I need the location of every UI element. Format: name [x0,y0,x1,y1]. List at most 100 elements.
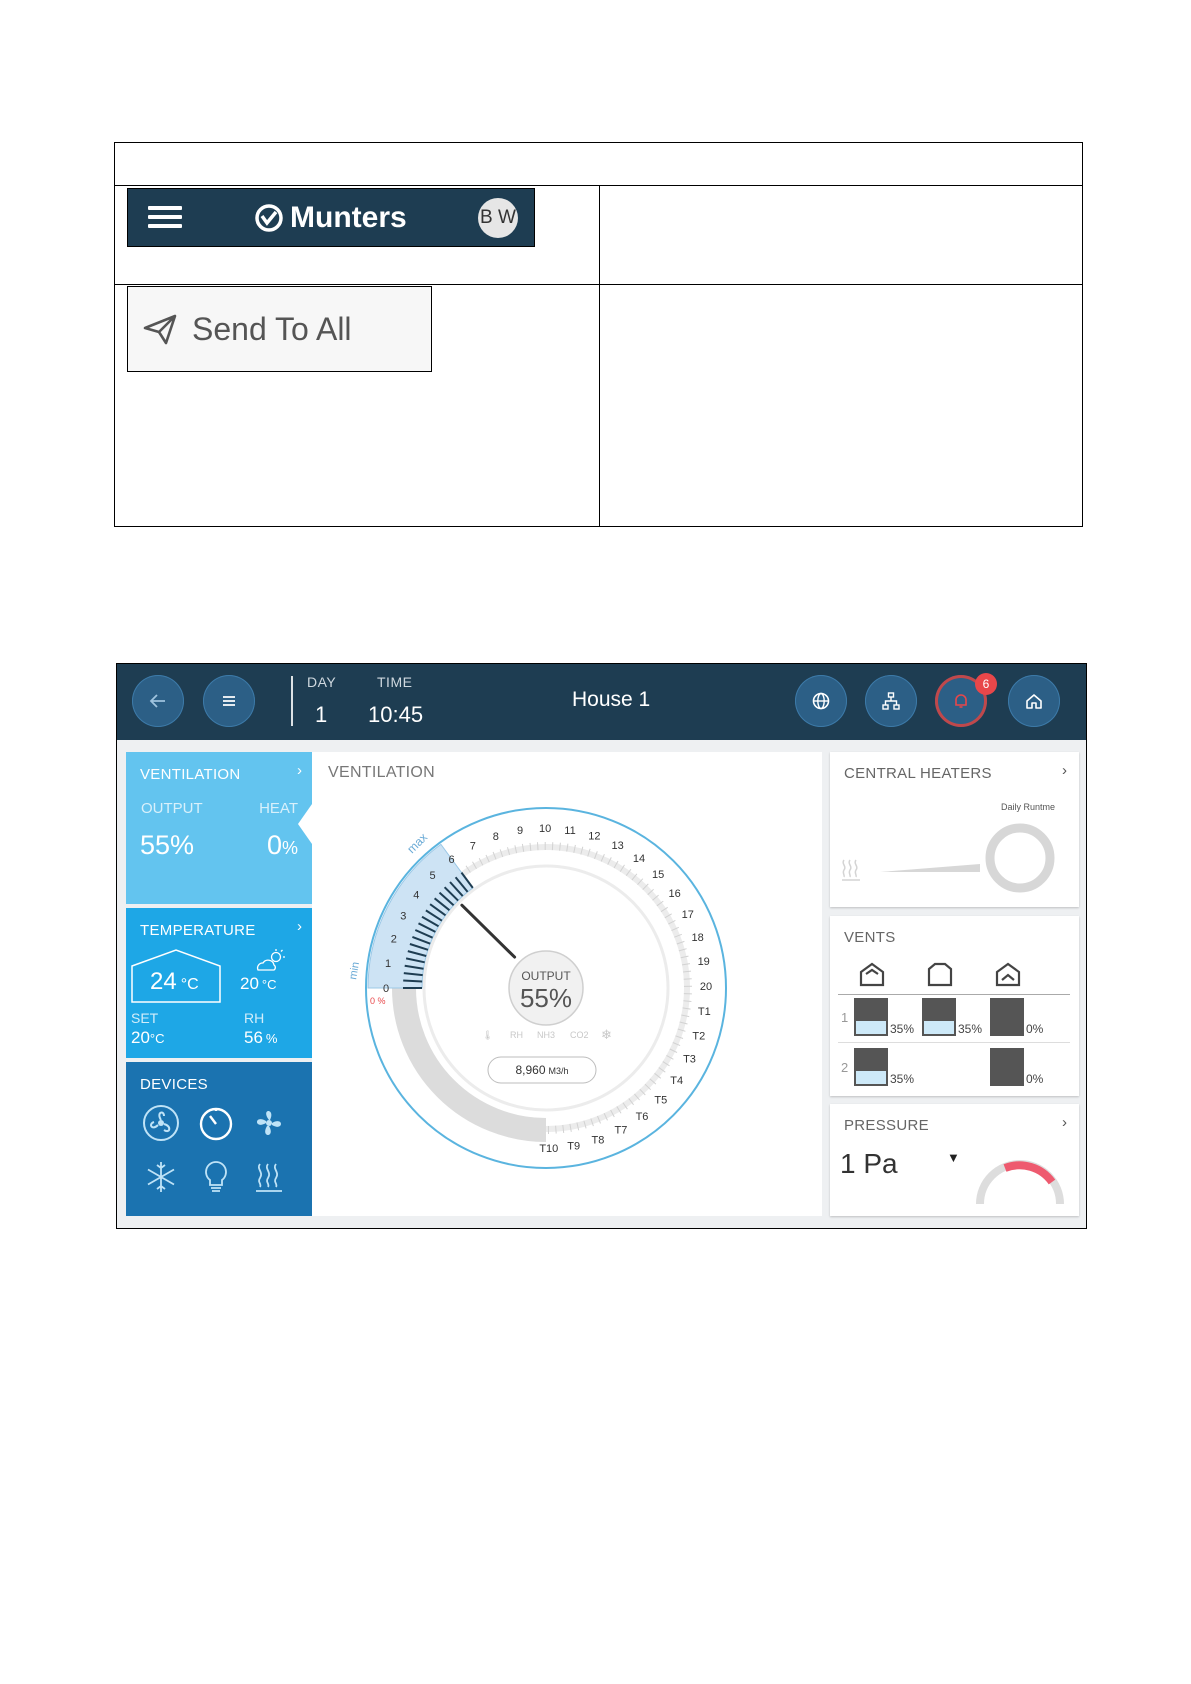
back-button[interactable] [132,675,184,727]
table-column-divider [599,185,600,527]
gauge-stage-label: 9 [517,825,523,837]
bell-icon [955,694,967,708]
snowflake-icon[interactable] [144,1160,178,1194]
output-label: OUTPUT [141,800,203,817]
vent-tunnel-icon [995,962,1021,987]
thermometer-icon: 🌡 [482,1030,493,1040]
rh-label: RH [244,1010,265,1026]
day-value: 1 [315,702,328,727]
gauge-stage-label: T6 [636,1111,649,1123]
output-value: 55% [140,830,195,860]
runtime-wedge [880,864,980,872]
screen-top-bar: DAY 1 TIME 10:45 House 1 6 [117,664,1086,740]
cooling-snowflake-icon: ❄ [601,1027,612,1042]
gauge-stage-label: 15 [652,869,664,881]
day-label: DAY [307,674,337,690]
outside-temp-group: 20 °C [240,974,277,994]
gauge-stage-label: 12 [588,831,600,843]
gauge-tick [683,978,692,980]
table-row-divider [115,284,1082,285]
ventilation-panel: VENTILATION 0 1 2 3 4 5 6 7 8 9 10 11 12 13 14 15 16 17 18… [312,752,822,1216]
heater-icon[interactable] [252,1160,286,1194]
rh-value: 56 [244,1028,263,1047]
globe-icon [812,692,830,710]
sidebar-ventilation-title: VENTILATION [140,766,241,783]
vent-level-value: 0% [1026,1072,1044,1086]
home-button[interactable] [1008,675,1060,727]
brand-name: Munters [290,201,407,234]
sensor-rh-label: RH [510,1030,523,1040]
circulation-fan-icon[interactable] [142,1104,180,1142]
vent-level-value: 35% [890,1072,915,1086]
globe-button[interactable] [795,675,847,727]
vent-level-value: 35% [890,1022,915,1036]
menu-icon [223,696,235,706]
send-to-all-label: Send To All [192,310,352,347]
partly-sunny-icon [256,949,285,971]
chevron-right-icon: › [1062,1114,1067,1131]
vents-card[interactable]: VENTS 1 35% 35% 0% 2 35% 0% [830,916,1079,1096]
time-label: TIME [377,674,413,690]
gauge-stage-label: T10 [539,1143,558,1155]
set-temp-unit: °C [149,1031,165,1046]
gauge-stage-label: T4 [670,1075,683,1087]
outside-temp-unit: °C [261,977,277,992]
gauge-stage-label: T5 [654,1095,667,1107]
menu-button[interactable] [203,675,255,727]
light-bulb-icon[interactable] [202,1159,230,1195]
gauge-zero-percent: 0 % [370,996,386,1006]
gauge-tick [403,979,423,983]
gauge-stage-label: 19 [698,956,710,968]
ventilation-gauge[interactable]: 012345678 9 10 11 121314151617181920T1T2T3T4… [312,752,822,1216]
gauge-stage-label: T8 [591,1134,604,1146]
chevron-right-icon: › [297,762,302,779]
gauge-stage-label: 6 [448,854,454,866]
sensor-row: 🌡 RH NH3 CO2 ❄ [482,1027,612,1042]
vent-level-box [922,998,956,1036]
vents-title: VENTS [844,929,896,946]
controller-screen: DAY 1 TIME 10:45 House 1 6 VENTILATION ›… [116,663,1087,1229]
vent-row-index: 2 [841,1060,849,1075]
network-icon [882,692,900,710]
sidebar-temperature-card[interactable]: TEMPERATURE › 24 °C 20 °C SET RH 20°C 56% [126,908,312,1058]
gauge-stage-label: T1 [698,1006,711,1018]
gauge-stage-label: 7 [470,841,476,853]
top-bar-separator [291,676,293,726]
sensor-nh3-label: NH3 [537,1030,555,1040]
central-heaters-card[interactable]: CENTRAL HEATERS › Daily Runtme [830,752,1079,907]
house-name[interactable]: House 1 [572,688,650,712]
heat-value: 0 [266,830,282,860]
pressure-card[interactable]: PRESSURE › 1 Pa ▼ [830,1104,1079,1216]
gauge-stage-label: 14 [633,853,645,865]
gauge-stage-label: 16 [668,888,680,900]
chevron-right-icon: › [1062,762,1067,779]
vent-level-value: 0% [1026,1022,1044,1036]
hamburger-menu-icon[interactable] [148,206,182,228]
munters-logo-icon [255,204,283,232]
send-to-all-button[interactable]: Send To All [127,286,432,372]
gauge-needle [460,903,517,959]
gauge-stage-label: T9 [567,1141,580,1153]
sensor-co2-label: CO2 [570,1030,589,1040]
table-header-row [115,143,1082,186]
paper-plane-icon [143,314,177,345]
gauge-tick [555,1125,557,1134]
gauge-stage-label: 13 [611,840,623,852]
timer-icon[interactable] [197,1104,235,1142]
gauge-stage-label: 3 [400,911,406,923]
sidebar-ventilation-card[interactable]: VENTILATION › OUTPUT HEAT 55% 0% [126,752,312,904]
arrow-left-icon [149,694,165,708]
heat-unit: % [281,838,298,858]
gauge-stage-label: 8 [493,831,499,843]
daily-runtime-label: Daily Runtme [1000,802,1055,812]
gauge-tick [537,842,539,851]
rh-group: 56% [244,1028,277,1048]
alarm-count-badge: 6 [975,673,997,695]
exhaust-fan-icon[interactable] [250,1104,288,1142]
user-avatar[interactable]: B W [478,198,518,238]
gauge-stage-label: 11 [564,825,575,837]
set-label: SET [131,1010,159,1026]
network-button[interactable] [865,675,917,727]
sidebar-devices-card[interactable]: DEVICES [126,1062,312,1216]
vent-side-icon [859,962,885,987]
